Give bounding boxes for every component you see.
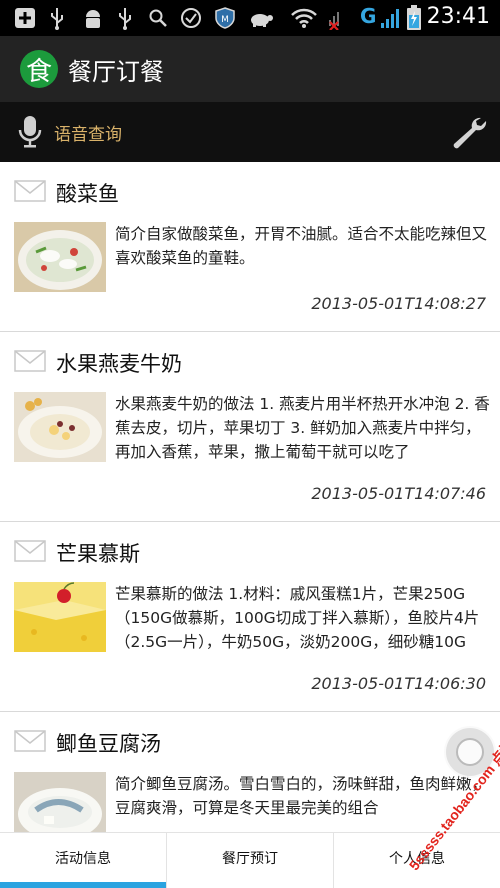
item-description: 芒果慕斯的做法 1.材料：戚风蛋糕1片，芒果250G（150G做慕斯，100G切… — [115, 585, 480, 651]
tab-label: 餐厅预订 — [222, 850, 278, 867]
tab-label: 个人信息 — [389, 850, 445, 867]
wrench-icon[interactable] — [448, 114, 488, 154]
feed-list[interactable]: 酸菜鱼 简介自家做酸菜鱼，开胃不油腻。适合不太能吃辣但又喜欢酸菜鱼的童鞋。 20… — [0, 162, 500, 832]
svg-text:M: M — [221, 15, 229, 25]
app-title: 餐厅订餐 — [68, 58, 164, 86]
network-type: G — [360, 4, 377, 28]
item-timestamp: 2013-05-01T14:07:46 — [311, 484, 486, 503]
item-description: 简介鲫鱼豆腐汤。雪白雪白的，汤味鲜甜，鱼肉鲜嫩，豆腐爽滑，可算是冬天里最完美的组… — [115, 775, 488, 817]
bottom-tab-bar: 活动信息 餐厅预订 个人信息 — [0, 832, 500, 888]
item-thumbnail — [14, 392, 106, 462]
item-thumbnail — [14, 582, 106, 652]
android-icon — [82, 6, 104, 30]
tortoise-icon — [248, 6, 274, 30]
signal-icon — [380, 6, 402, 30]
floating-touch-button[interactable] — [444, 726, 496, 778]
item-timestamp: 2013-05-01T14:06:30 — [311, 674, 486, 693]
add-icon — [14, 6, 36, 30]
status-time: 23:41 — [426, 4, 490, 29]
envelope-icon — [14, 350, 46, 376]
microphone-icon[interactable] — [18, 114, 42, 154]
voice-search-bar[interactable]: 语音查询 — [0, 102, 500, 162]
item-title: 鲫鱼豆腐汤 — [56, 732, 161, 756]
list-item[interactable]: 水果燕麦牛奶 水果燕麦牛奶的做法 1. 燕麦片用半杯热开水冲泡 2. 香蕉去皮，… — [0, 332, 500, 522]
envelope-icon — [14, 730, 46, 756]
item-description: 简介自家做酸菜鱼，开胃不油腻。适合不太能吃辣但又喜欢酸菜鱼的童鞋。 — [115, 225, 488, 267]
tab-label: 活动信息 — [55, 850, 111, 867]
status-bar: M G 23:41 — [0, 0, 500, 36]
item-title: 水果燕麦牛奶 — [56, 352, 182, 376]
item-title: 芒果慕斯 — [56, 542, 140, 566]
wifi-icon — [290, 6, 318, 30]
item-title: 酸菜鱼 — [56, 182, 119, 206]
search-icon — [148, 6, 168, 30]
envelope-icon — [14, 180, 46, 206]
voice-search-label[interactable]: 语音查询 — [54, 120, 122, 145]
tab-personal-info[interactable]: 个人信息 — [334, 833, 500, 888]
check-circle-icon — [180, 6, 202, 30]
tab-activity-info[interactable]: 活动信息 — [0, 833, 167, 888]
usb-icon — [116, 6, 134, 30]
envelope-icon — [14, 540, 46, 566]
usb-icon — [48, 6, 66, 30]
battery-charging-icon — [406, 5, 422, 30]
shield-icon: M — [214, 6, 236, 30]
item-thumbnail — [14, 772, 106, 832]
list-item[interactable]: 酸菜鱼 简介自家做酸菜鱼，开胃不油腻。适合不太能吃辣但又喜欢酸菜鱼的童鞋。 20… — [0, 162, 500, 332]
no-signal-icon — [326, 6, 346, 30]
item-thumbnail — [14, 222, 106, 292]
app-bar: 食 餐厅订餐 — [0, 36, 500, 102]
item-description: 水果燕麦牛奶的做法 1. 燕麦片用半杯热开水冲泡 2. 香蕉去皮，切片，苹果切丁… — [115, 395, 490, 461]
list-item[interactable]: 芒果慕斯 芒果慕斯的做法 1.材料：戚风蛋糕1片，芒果250G（150G做慕斯，… — [0, 522, 500, 712]
item-timestamp: 2013-05-01T14:08:27 — [311, 294, 486, 313]
app-logo: 食 — [20, 50, 58, 88]
tab-restaurant-booking[interactable]: 餐厅预订 — [167, 833, 334, 888]
circle-icon — [456, 738, 484, 766]
list-item[interactable]: 鲫鱼豆腐汤 简介鲫鱼豆腐汤。雪白雪白的，汤味鲜甜，鱼肉鲜嫩，豆腐爽滑，可算是冬天… — [0, 712, 500, 832]
